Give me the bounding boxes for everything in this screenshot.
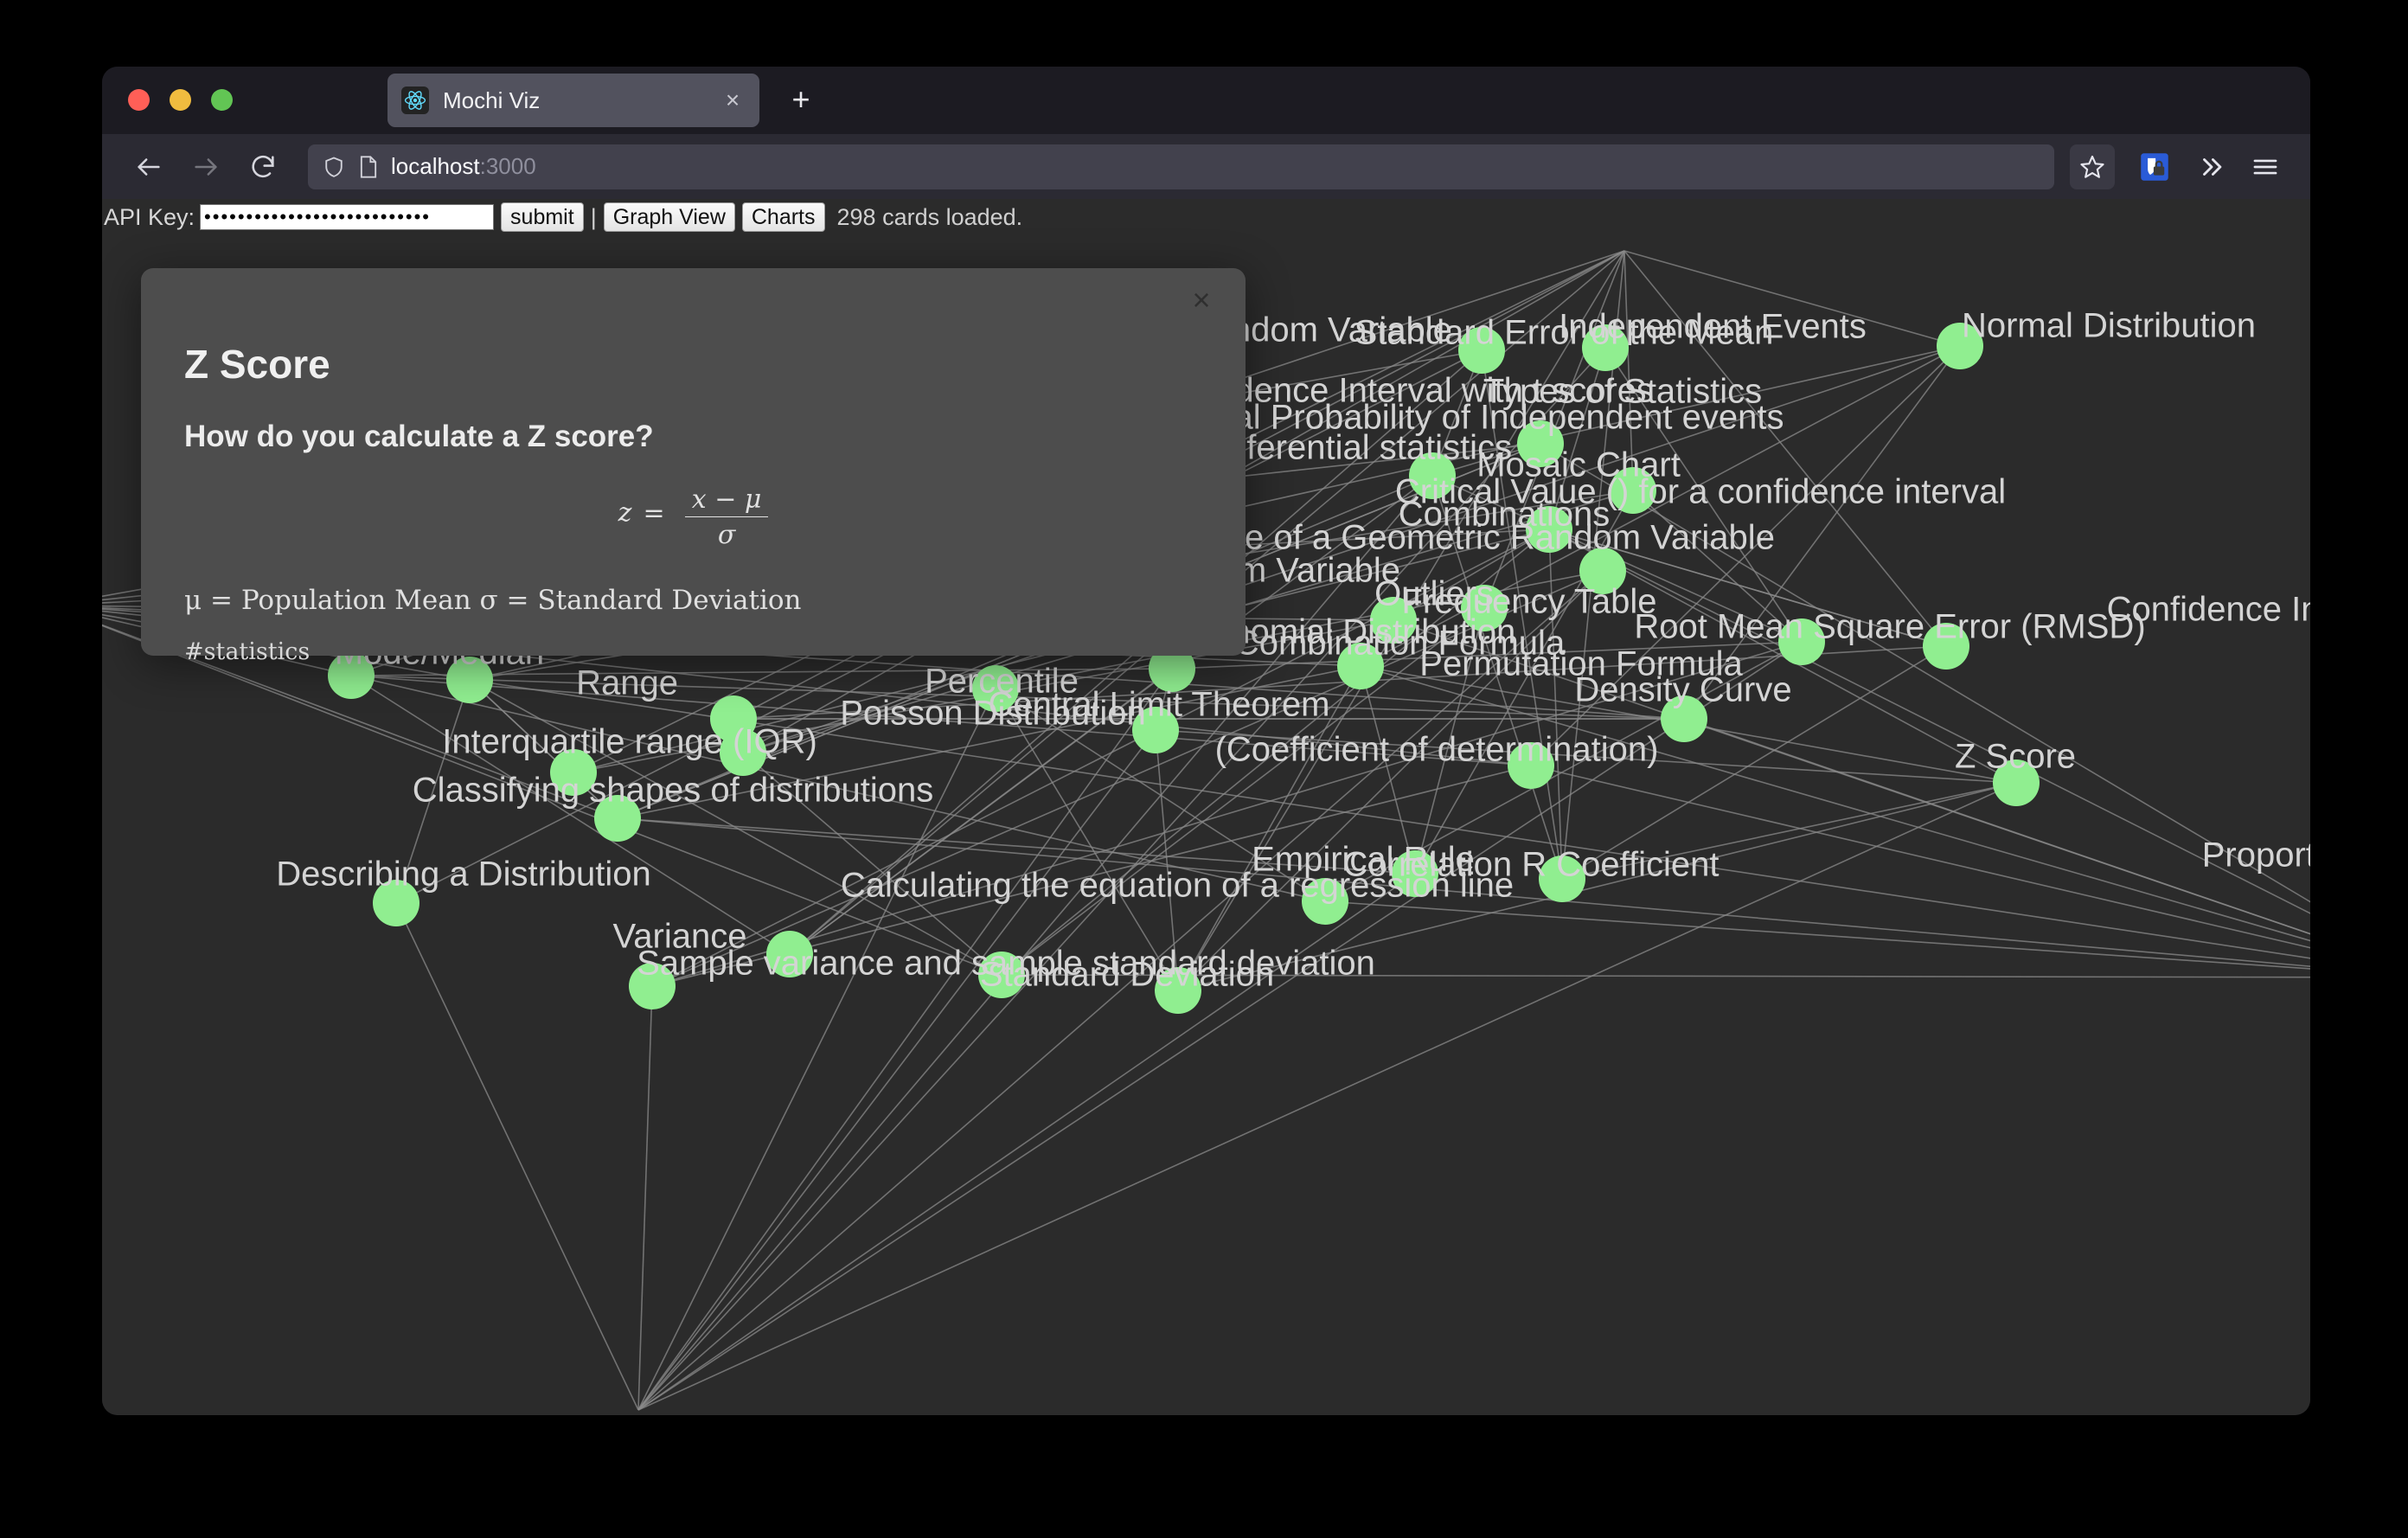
formula-lhs: z — [618, 497, 632, 529]
graph-node[interactable] — [972, 665, 1019, 712]
react-logo-icon — [401, 87, 429, 114]
graph-edge — [637, 668, 1173, 1411]
graph-edge — [395, 679, 471, 904]
back-icon[interactable] — [128, 146, 170, 188]
graph-edge — [1548, 529, 1563, 880]
graph-edge — [1623, 250, 1961, 347]
graph-node[interactable] — [1370, 597, 1417, 644]
app-toolbar: API Key: submit | Graph View Charts 298 … — [102, 199, 2310, 235]
graph-edge — [617, 817, 2310, 967]
window-close-button[interactable] — [128, 89, 150, 111]
page-content: Standard Error of the MeanGeometric Rand… — [102, 199, 2310, 1415]
graph-edge — [1623, 250, 1634, 491]
browser-tab-strip: Mochi Viz × + — [102, 67, 2310, 134]
extension-shield-lock-icon[interactable] — [2132, 144, 2177, 189]
card-detail-modal: × Z Score How do you calculate a Z score… — [141, 268, 1246, 665]
url-bar[interactable]: localhost:3000 — [308, 144, 2054, 189]
graph-node[interactable] — [720, 729, 766, 776]
graph-node[interactable] — [446, 657, 493, 703]
graph-edge — [1561, 782, 2017, 880]
graph-node[interactable] — [373, 880, 419, 926]
api-key-input[interactable] — [200, 204, 495, 230]
graph-node[interactable] — [1937, 323, 1983, 369]
submit-button[interactable]: submit — [501, 202, 584, 232]
reload-icon[interactable] — [242, 146, 284, 188]
url-text: localhost:3000 — [391, 153, 536, 180]
graph-node[interactable] — [328, 652, 375, 699]
graph-edge — [1177, 665, 1361, 991]
graph-node[interactable] — [766, 931, 813, 977]
cards-loaded-status: 298 cards loaded. — [836, 203, 1023, 230]
graph-node[interactable] — [1508, 742, 1554, 789]
modal-formula-legend: μ = Population Mean σ = Standard Deviati… — [184, 585, 802, 616]
modal-tag-statistics[interactable]: #statistics — [184, 638, 310, 665]
overflow-chevrons-icon[interactable] — [2189, 144, 2234, 189]
browser-tab-mochi-viz[interactable]: Mochi Viz × — [387, 74, 759, 127]
graph-edge — [637, 641, 1803, 1411]
toolbar-separator: | — [590, 203, 597, 230]
formula-equals: = — [643, 497, 665, 529]
graph-node[interactable] — [1579, 548, 1626, 594]
api-key-label: API Key: — [104, 203, 195, 230]
graph-node[interactable] — [1302, 878, 1348, 925]
charts-button[interactable]: Charts — [741, 202, 825, 232]
graph-edge — [1001, 974, 2310, 978]
graph-node[interactable] — [1661, 695, 1707, 742]
graph-node[interactable] — [1461, 585, 1508, 631]
shield-icon — [322, 155, 346, 179]
graph-edge — [1360, 345, 1961, 667]
graph-edge — [637, 782, 2017, 1411]
formula-numerator: x − μ — [691, 484, 762, 515]
formula-fraction: x − μ σ — [684, 484, 769, 550]
window-traffic-lights — [128, 89, 233, 111]
modal-close-icon[interactable]: × — [1182, 280, 1221, 320]
app-menu-hamburger-icon[interactable] — [2243, 144, 2288, 189]
modal-question: How do you calculate a Z score? — [184, 420, 654, 453]
browser-tab-title: Mochi Viz — [443, 87, 541, 113]
graph-edge — [395, 902, 639, 1411]
graph-view-button[interactable]: Graph View — [603, 202, 735, 232]
graph-node[interactable] — [1610, 467, 1656, 514]
graph-node[interactable] — [1409, 452, 1456, 499]
graph-node[interactable] — [1132, 707, 1179, 753]
graph-edge — [1155, 729, 1179, 991]
graph-node[interactable] — [629, 963, 676, 1009]
graph-node[interactable] — [1526, 506, 1572, 553]
graph-edge — [637, 570, 1604, 1411]
browser-nav-bar: localhost:3000 — [102, 134, 2310, 199]
graph-node[interactable] — [978, 952, 1025, 998]
graph-edge — [637, 688, 996, 1411]
graph-edge — [1155, 729, 2017, 784]
graph-node[interactable] — [1517, 420, 1564, 467]
graph-node[interactable] — [1539, 856, 1585, 902]
graph-edge — [637, 729, 1156, 1411]
graph-node[interactable] — [1155, 967, 1201, 1014]
window-maximize-button[interactable] — [211, 89, 233, 111]
graph-node[interactable] — [550, 749, 597, 796]
graph-node[interactable] — [1458, 327, 1505, 374]
close-icon[interactable]: × — [720, 88, 746, 112]
graph-node[interactable] — [1582, 324, 1629, 371]
page-icon — [358, 155, 379, 179]
url-host: localhost — [391, 153, 480, 179]
url-port: :3000 — [479, 153, 536, 179]
graph-edge — [1001, 607, 1485, 976]
graph-node[interactable] — [1923, 623, 1969, 670]
graph-node[interactable] — [1993, 759, 2040, 806]
browser-window: Mochi Viz × + localhost:3000 Standard Er… — [102, 67, 2310, 1415]
graph-edge — [637, 985, 653, 1411]
modal-title: Z Score — [184, 342, 330, 387]
graph-node[interactable] — [1392, 850, 1438, 897]
window-minimize-button[interactable] — [170, 89, 191, 111]
graph-node[interactable] — [1337, 643, 1384, 689]
bookmark-star-icon[interactable] — [2070, 144, 2115, 189]
graph-edge — [1530, 765, 2310, 949]
modal-formula: z = x − μ σ — [141, 484, 1246, 550]
graph-node[interactable] — [594, 795, 641, 842]
graph-edge — [1177, 782, 2017, 991]
graph-node[interactable] — [1778, 618, 1825, 665]
formula-denominator: σ — [684, 516, 769, 550]
new-tab-button[interactable]: + — [785, 84, 817, 117]
forward-icon[interactable] — [185, 146, 227, 188]
